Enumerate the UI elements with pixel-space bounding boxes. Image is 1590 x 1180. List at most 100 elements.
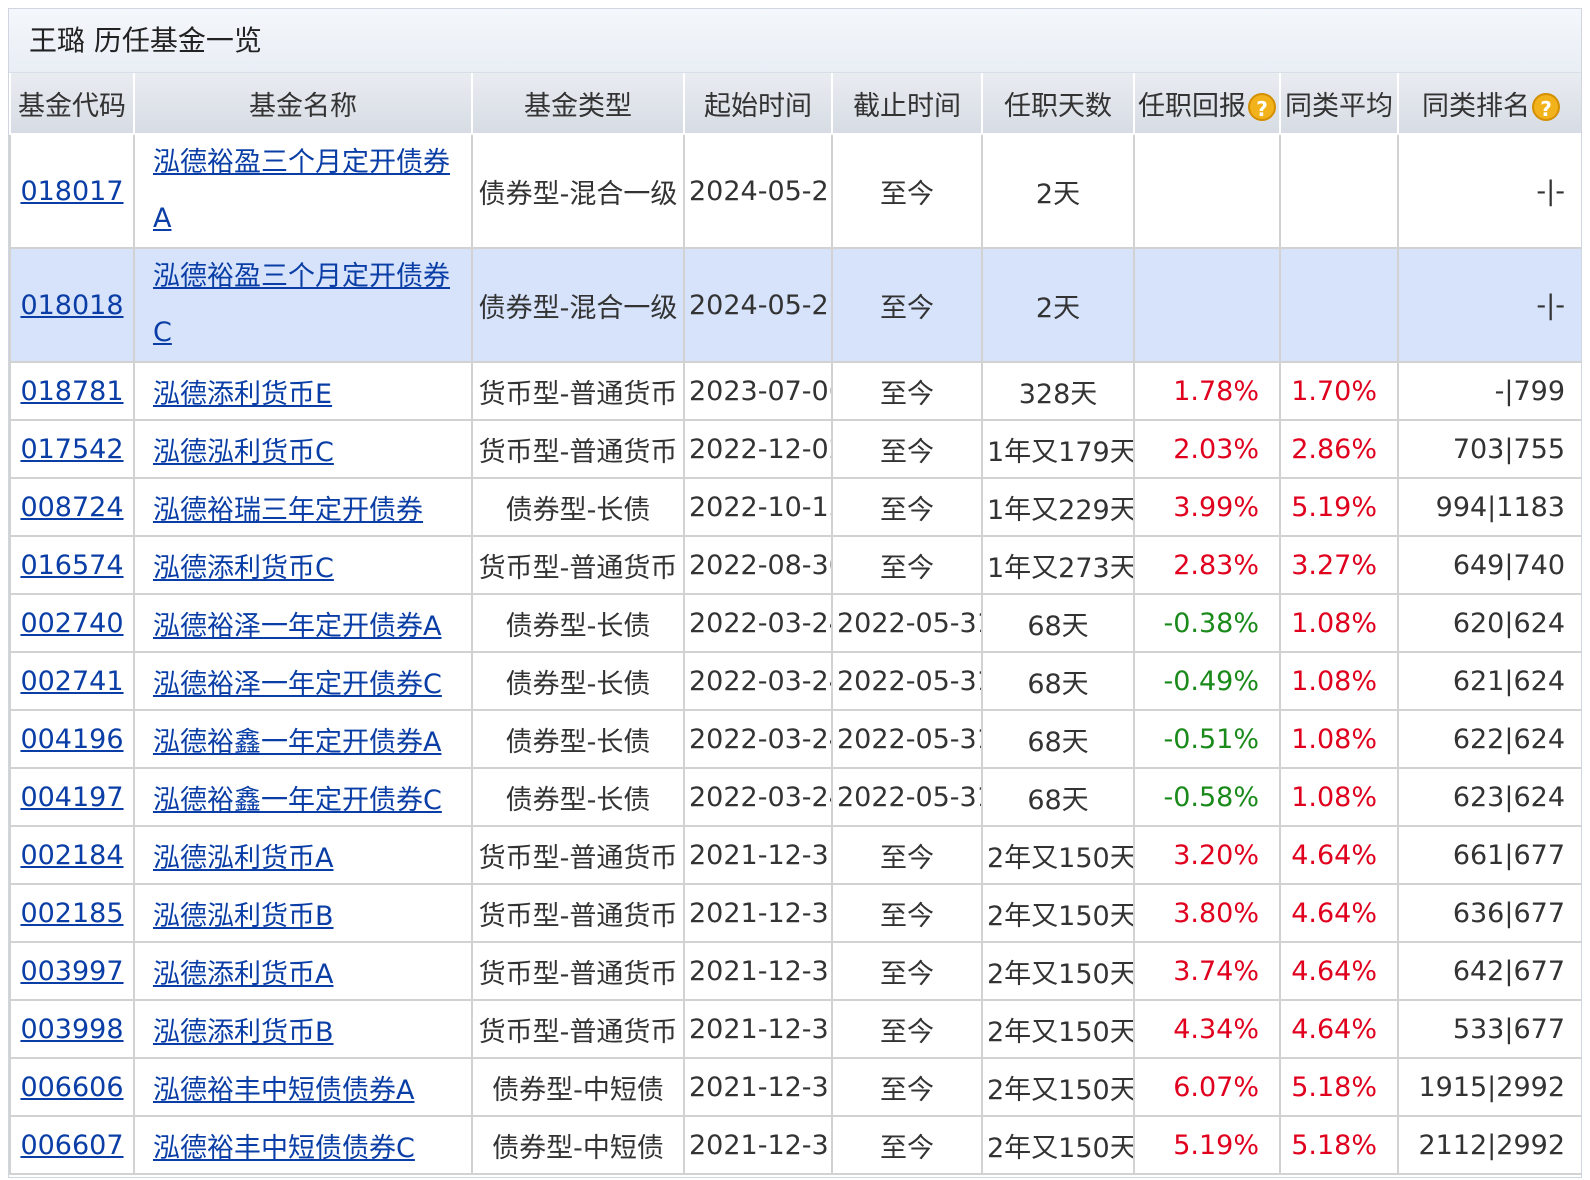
fund-code-link[interactable]: 004197 (20, 782, 123, 813)
table-row: 002740 泓德裕泽一年定开债券A 债券型-长债 2022-03-24 2022-05… (9, 593, 1581, 653)
tenure-days-value: 68天 (1027, 610, 1089, 642)
fund-name-link[interactable]: 泓德裕盈三个月定开债券A (153, 147, 450, 234)
fund-type-cell: 债券型-长债 (471, 767, 685, 827)
end-date-cell: 至今 (831, 883, 983, 943)
help-icon[interactable]: ? (1532, 93, 1560, 121)
fund-code-link[interactable]: 017542 (20, 434, 123, 465)
tenure-days-cell: 68天 (981, 709, 1135, 769)
fund-name-link[interactable]: 泓德裕鑫一年定开债券A (153, 727, 441, 758)
help-icon[interactable]: ? (1248, 93, 1276, 121)
fund-name-link[interactable]: 泓德泓利货币C (153, 437, 334, 468)
fund-code-link[interactable]: 006606 (20, 1072, 123, 1103)
fund-code-link[interactable]: 002185 (20, 898, 123, 929)
fund-type-cell: 债券型-混合一级 (471, 133, 685, 249)
start-date-value: 2024-05-27 (689, 289, 832, 321)
peer-rank-value: 642|677 (1452, 955, 1565, 987)
tenure-days-value: 2年又150天 (987, 1132, 1134, 1164)
fund-code-link[interactable]: 004196 (20, 724, 123, 755)
tenure-return-value: -0.49% (1163, 665, 1259, 697)
peer-average-cell: 4.64% (1279, 941, 1399, 1001)
fund-code-cell: 004196 (9, 709, 135, 769)
start-date-value: 2021-12-31 (689, 1013, 832, 1045)
table-row: 002185 泓德泓利货币B 货币型-普通货币 2021-12-31 至今 2年又150天… (9, 883, 1581, 943)
tenure-days-value: 2天 (1035, 178, 1081, 210)
fund-code-cell: 002184 (9, 825, 135, 885)
fund-code-link[interactable]: 008724 (20, 492, 123, 523)
col-header-name: 基金名称 (133, 73, 473, 135)
tenure-days-cell: 1年又229天 (981, 477, 1135, 537)
fund-name-link[interactable]: 泓德裕泽一年定开债券C (153, 669, 442, 700)
fund-name-link[interactable]: 泓德裕瑞三年定开债券 (153, 495, 423, 526)
fund-name-link[interactable]: 泓德泓利货币B (153, 901, 334, 932)
start-date-value: 2024-05-27 (689, 175, 832, 207)
peer-rank-cell: 1915|2992 (1397, 1057, 1581, 1117)
tenure-days-cell: 2年又150天 (981, 825, 1135, 885)
fund-code-link[interactable]: 018781 (20, 376, 123, 407)
fund-name-link[interactable]: 泓德裕丰中短债债券A (153, 1075, 414, 1106)
fund-name-cell: 泓德裕瑞三年定开债券 (133, 477, 473, 537)
fund-name-link[interactable]: 泓德裕盈三个月定开债券C (153, 261, 450, 348)
fund-type-value: 货币型-普通货币 (478, 436, 678, 468)
fund-type-value: 货币型-普通货币 (478, 378, 678, 410)
fund-type-value: 债券型-长债 (505, 668, 651, 700)
tenure-days-value: 328天 (1018, 378, 1098, 410)
fund-name-link[interactable]: 泓德泓利货币A (153, 843, 333, 874)
peer-average-value: 5.18% (1291, 1129, 1377, 1161)
end-date-value: 至今 (880, 1074, 934, 1106)
table-row: 003997 泓德添利货币A 货币型-普通货币 2021-12-31 至今 2年又150天… (9, 941, 1581, 1001)
tenure-return-cell: 1.78% (1133, 361, 1281, 421)
tenure-return-cell: 2.03% (1133, 419, 1281, 479)
fund-name-link[interactable]: 泓德添利货币B (153, 1017, 334, 1048)
fund-code-link[interactable]: 002184 (20, 840, 123, 871)
fund-name-cell: 泓德泓利货币A (133, 825, 473, 885)
table-row: 016574 泓德添利货币C 货币型-普通货币 2022-08-30 至今 1年又273天… (9, 535, 1581, 595)
fund-code-link[interactable]: 002741 (20, 666, 123, 697)
peer-average-cell (1279, 247, 1399, 363)
end-date-value: 2022-05-31 (837, 781, 982, 813)
tenure-return-cell: 3.99% (1133, 477, 1281, 537)
fund-type-cell: 货币型-普通货币 (471, 883, 685, 943)
start-date-cell: 2021-12-31 (683, 883, 833, 943)
start-date-cell: 2022-12-02 (683, 419, 833, 479)
tenure-days-cell: 68天 (981, 593, 1135, 653)
fund-name-cell: 泓德裕泽一年定开债券C (133, 651, 473, 711)
fund-name-link[interactable]: 泓德裕鑫一年定开债券C (153, 785, 442, 816)
peer-rank-value: -|799 (1494, 375, 1565, 407)
fund-code-link[interactable]: 006607 (20, 1130, 123, 1161)
fund-type-cell: 货币型-普通货币 (471, 361, 685, 421)
end-date-value: 至今 (880, 1132, 934, 1164)
fund-code-link[interactable]: 003998 (20, 1014, 123, 1045)
peer-rank-value: 649|740 (1452, 549, 1565, 581)
fund-name-cell: 泓德裕鑫一年定开债券A (133, 709, 473, 769)
peer-rank-value: 533|677 (1452, 1013, 1565, 1045)
peer-rank-value: 703|755 (1452, 433, 1565, 465)
col-header-rank: 同类排名? (1397, 73, 1581, 135)
fund-name-link[interactable]: 泓德添利货币C (153, 553, 334, 584)
start-date-value: 2022-03-24 (689, 781, 832, 813)
peer-rank-cell: 622|624 (1397, 709, 1581, 769)
fund-name-link[interactable]: 泓德添利货币A (153, 959, 333, 990)
fund-name-link[interactable]: 泓德裕丰中短债债券C (153, 1133, 415, 1164)
start-date-value: 2021-12-31 (689, 839, 832, 871)
fund-code-link[interactable]: 016574 (20, 550, 123, 581)
peer-rank-cell: -|799 (1397, 361, 1581, 421)
tenure-return-value: 3.20% (1173, 839, 1259, 871)
end-date-cell: 至今 (831, 941, 983, 1001)
fund-code-link[interactable]: 003997 (20, 956, 123, 987)
fund-code-link[interactable]: 018018 (20, 290, 123, 321)
fund-name-link[interactable]: 泓德添利货币E (153, 379, 332, 410)
end-date-value: 2022-05-31 (837, 607, 982, 639)
tenure-days-value: 2天 (1035, 292, 1081, 324)
table-row: 006607 泓德裕丰中短债债券C 债券型-中短债 2021-12-31 至今 2年又15… (9, 1115, 1581, 1175)
start-date-cell: 2022-03-24 (683, 767, 833, 827)
fund-code-link[interactable]: 018017 (20, 176, 123, 207)
col-header-start: 起始时间 (683, 73, 833, 135)
tenure-days-value: 1年又229天 (987, 494, 1134, 526)
fund-type-value: 货币型-普通货币 (478, 552, 678, 584)
start-date-value: 2022-10-13 (689, 491, 832, 523)
fund-name-link[interactable]: 泓德裕泽一年定开债券A (153, 611, 441, 642)
fund-code-link[interactable]: 002740 (20, 608, 123, 639)
tenure-days-value: 1年又179天 (987, 436, 1134, 468)
start-date-cell: 2022-10-13 (683, 477, 833, 537)
peer-average-value: 1.08% (1291, 723, 1377, 755)
